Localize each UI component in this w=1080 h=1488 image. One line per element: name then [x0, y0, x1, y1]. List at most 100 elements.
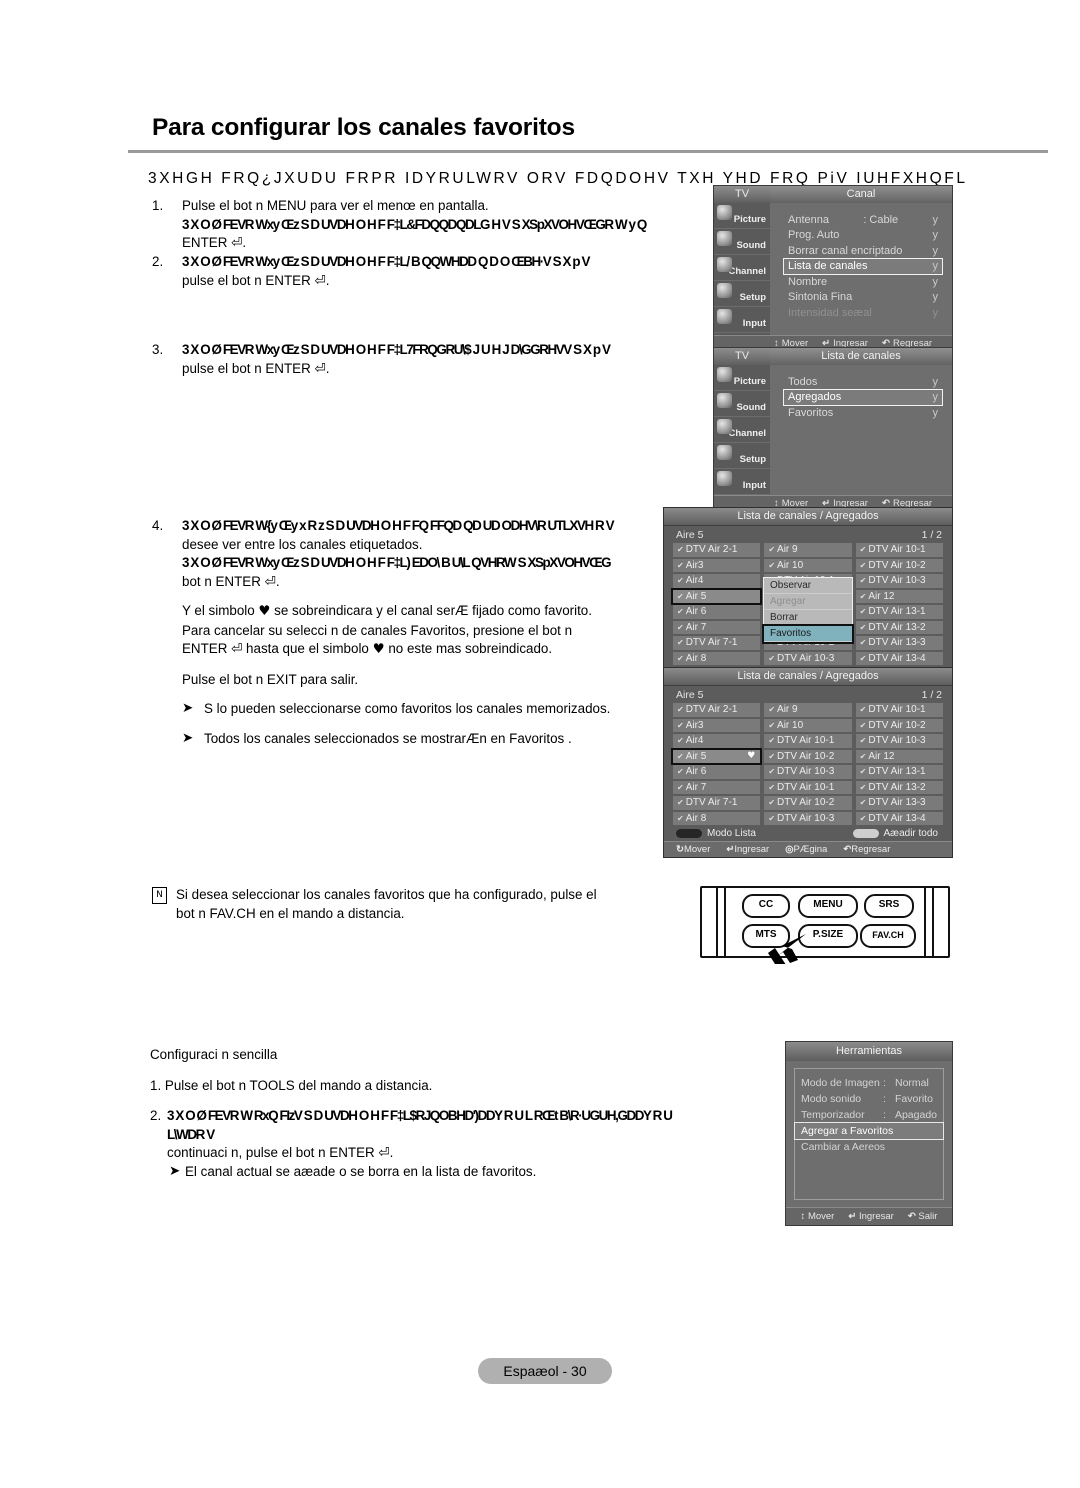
channel-item[interactable]: ✔ Air 7: [673, 620, 761, 634]
menu-row-todos[interactable]: Todos y: [784, 374, 942, 390]
checkmark-icon: ✔: [677, 638, 684, 647]
channel-item[interactable]: ✔ Air4: [673, 574, 761, 588]
menu-row-favoritos[interactable]: Favoritos y: [784, 405, 942, 421]
channel-item[interactable]: ✔ DTV Air 7-1: [673, 796, 761, 810]
tools-row-agregar-a-favoritos[interactable]: Agregar a Favoritos: [794, 1122, 944, 1140]
channel-item[interactable]: ✔ DTV Air 7-1: [673, 636, 761, 650]
sidebar-item-picture-2[interactable]: Picture: [714, 365, 770, 391]
channel-label: DTV Air 13-2: [868, 781, 926, 793]
channel-item-selected[interactable]: ✔ Air 5: [670, 587, 763, 605]
channel-label: DTV Air 10-2: [868, 559, 926, 571]
popup-item-agregar[interactable]: Agregar: [764, 594, 852, 610]
srs-button[interactable]: SRS: [864, 894, 914, 918]
channel-item-selected[interactable]: ✔ Air 5 ♥: [670, 747, 763, 765]
lista-de-canales-menu[interactable]: TV Lista de canales Picture Sound Channe…: [714, 348, 952, 511]
sidebar-item-setup[interactable]: Setup: [714, 281, 770, 307]
channel-item[interactable]: ✔ Air 8: [673, 651, 761, 665]
footer-label: Mover: [781, 337, 809, 349]
channel-item[interactable]: ✔ Air 7: [673, 780, 761, 794]
menu-button[interactable]: MENU: [798, 894, 858, 918]
channel-item[interactable]: ✔DTV Air 10-2: [855, 558, 943, 572]
channel-list-favorited[interactable]: Lista de canales / Agregados Aire 5 1 / …: [664, 668, 952, 857]
channel-item[interactable]: ✔DTV Air 10-1: [855, 543, 943, 557]
channel-item[interactable]: ✔ Air 9: [764, 543, 852, 557]
channel-label: Air4: [685, 735, 704, 746]
menu-row-agregados[interactable]: Agregados y: [783, 388, 943, 406]
channel-item[interactable]: ✔ DTV Air 13-4: [855, 651, 943, 665]
tools-row-modo-imagen[interactable]: Modo de Imagen: Normal: [795, 1075, 943, 1091]
channel-item[interactable]: ✔ Air3: [673, 718, 761, 732]
sidebar-item-input-2[interactable]: Input: [714, 469, 770, 495]
channel-item[interactable]: ✔ Air 10: [764, 558, 852, 572]
channel-item[interactable]: ✔ Air 6: [673, 605, 761, 619]
tools-row-temporizador[interactable]: Temporizador: Apagado: [795, 1107, 943, 1123]
checkmark-icon: ✔: [677, 545, 684, 554]
updown-arrow-icon: ↕: [774, 337, 779, 349]
channel-item[interactable]: ✔ DTV Air 13-3: [855, 636, 943, 650]
sidebar-item-input[interactable]: Input: [714, 307, 770, 333]
channel-item[interactable]: ✔ DTV Air 2-1: [673, 703, 761, 717]
sidebar-item-sound-2[interactable]: Sound: [714, 391, 770, 417]
channel-item[interactable]: ✔DTV Air 10-3: [764, 765, 852, 779]
channel-item[interactable]: ✔DTV Air 10-1: [764, 734, 852, 748]
sidebar-item-setup-2[interactable]: Setup: [714, 443, 770, 469]
channel-label: DTV Air 13-1: [868, 606, 926, 617]
channel-item[interactable]: ✔ Air 8: [673, 811, 761, 825]
sidebar-item-channel[interactable]: Channel: [714, 255, 770, 281]
channel-item[interactable]: ✔ Air 12: [855, 589, 943, 603]
popup-item-favoritos[interactable]: Favoritos: [762, 624, 854, 644]
checkmark-icon: ✔: [859, 767, 867, 776]
channel-label: DTV Air 13-2: [868, 621, 926, 633]
menu-row-borrar-canal[interactable]: Borrar canal encriptado y: [784, 243, 942, 259]
channel-item[interactable]: ✔DTV Air 10-3: [764, 811, 852, 825]
canal-menu[interactable]: TV Canal Picture Sound Channel Setup Inp…: [714, 186, 952, 351]
channel-item[interactable]: ✔ DTV Air 13-4: [855, 811, 943, 825]
tools-row-modo-sonido[interactable]: Modo sonido: Favorito: [795, 1091, 943, 1107]
modo-lista-button-2[interactable]: Modo Lista: [676, 828, 756, 839]
menu-row-prog-auto[interactable]: Prog. Auto y: [784, 228, 942, 244]
channel-list-title: Lista de canales / Agregados: [664, 508, 952, 526]
channel-item[interactable]: ✔ DTV Air 2-1: [673, 543, 761, 557]
channel-item[interactable]: ✔ Air 12: [855, 749, 943, 763]
channel-item[interactable]: ✔DTV Air 10-2: [764, 749, 852, 763]
sidebar-item-picture[interactable]: Picture: [714, 203, 770, 229]
setup-icon: [717, 283, 732, 298]
channel-item[interactable]: ✔ DTV Air 13-1: [855, 605, 943, 619]
checkmark-icon: ✔: [768, 545, 776, 554]
sidebar-item-sound[interactable]: Sound: [714, 229, 770, 255]
channel-item[interactable]: ✔ DTV Air 13-2: [855, 620, 943, 634]
cc-button[interactable]: CC: [742, 894, 790, 918]
channel-item[interactable]: ✔DTV Air 10-1: [855, 703, 943, 717]
footer-salir: ↶ Salir: [908, 1211, 938, 1222]
channel-item[interactable]: ✔DTV Air 10-2: [855, 718, 943, 732]
menu-row-nombre[interactable]: Nombre y: [784, 274, 942, 290]
channel-item[interactable]: ✔ DTV Air 13-3: [855, 796, 943, 810]
channel-item[interactable]: ✔DTV Air 10-3: [764, 651, 852, 665]
fav-ch-note: N Si desea seleccionar los canales favor…: [152, 886, 676, 923]
menu-row-sintonia-fina[interactable]: Sintonia Fina y: [784, 290, 942, 306]
menu-row-antenna[interactable]: Antenna: Cable y: [784, 212, 942, 228]
favch-button[interactable]: FAV.CH: [860, 924, 916, 948]
tools-row-cambiar-a-aereos[interactable]: Cambiar a Aereos: [795, 1139, 943, 1155]
channel-item[interactable]: ✔ Air 6: [673, 765, 761, 779]
channel-item[interactable]: ✔ Air3: [673, 558, 761, 572]
anadir-todo-button-2[interactable]: Aæadir todo: [852, 828, 938, 839]
herramientas-menu[interactable]: Herramientas Modo de Imagen: Normal Modo …: [786, 1042, 952, 1225]
channel-item[interactable]: ✔ Air 9: [764, 703, 852, 717]
channel-item[interactable]: ✔ DTV Air 13-2: [855, 780, 943, 794]
popup-item-observar[interactable]: Observar: [764, 578, 852, 594]
channel-item[interactable]: ✔DTV Air 10-3: [855, 574, 943, 588]
context-popup[interactable]: Observar Agregar Borrar Favoritos: [762, 577, 854, 644]
channel-item[interactable]: ✔ DTV Air 13-1: [855, 765, 943, 779]
lista-menu-body: Picture Sound Channel Setup Input Todos y…: [714, 365, 952, 495]
step-3: 3. 3 X O Ø FEVR Wxy Œz S D UVDH O H F F‡…: [152, 341, 682, 378]
menu-row-lista-de-canales[interactable]: Lista de canales y: [783, 257, 943, 275]
channel-item[interactable]: ✔ Air4: [673, 734, 761, 748]
popup-item-borrar[interactable]: Borrar: [764, 610, 852, 626]
channel-item[interactable]: ✔DTV Air 10-1: [764, 780, 852, 794]
channel-item[interactable]: ✔DTV Air 10-3: [855, 734, 943, 748]
channel-item[interactable]: ✔DTV Air 10-2: [764, 796, 852, 810]
channel-item[interactable]: ✔ Air 10: [764, 718, 852, 732]
sidebar-item-channel-2[interactable]: Channel: [714, 417, 770, 443]
checkmark-icon: ✔: [768, 751, 776, 761]
